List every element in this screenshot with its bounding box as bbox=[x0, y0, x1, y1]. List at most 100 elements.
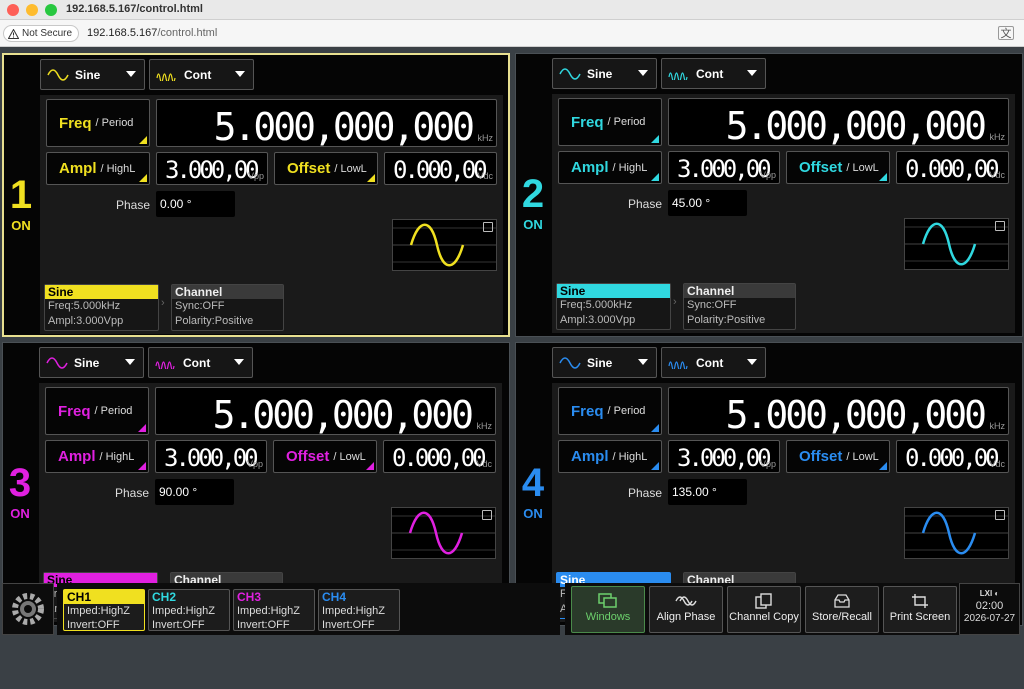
channel-strip-ch4[interactable]: CH4 Imped:HighZ Invert:OFF bbox=[318, 589, 400, 631]
channel-card-title: Channel bbox=[684, 284, 795, 298]
freq-period-button[interactable]: Freq / Period bbox=[45, 387, 149, 435]
channel-settings-card[interactable]: Channel Sync:OFF Polarity:Positive bbox=[171, 284, 284, 331]
waveform-dropdown[interactable]: Sine bbox=[552, 58, 657, 89]
phase-value[interactable]: 45.00 ° bbox=[668, 190, 747, 216]
store-recall-icon bbox=[806, 587, 878, 611]
security-indicator[interactable]: Not Secure bbox=[3, 25, 80, 42]
channel-panel-1[interactable]: 1 ON Sine Cont Freq / Period 5.000,000,00… bbox=[2, 53, 510, 337]
offset-value[interactable]: 0.000,00 Vdc bbox=[383, 440, 496, 473]
invert-status: Invert:OFF bbox=[237, 619, 290, 631]
amplitude-value[interactable]: 3.000,00 Vpp bbox=[156, 152, 268, 185]
store-recall-button[interactable]: Store/Recall bbox=[805, 586, 879, 633]
store-recall-label: Store/Recall bbox=[812, 611, 872, 623]
offset-unit: Vdc bbox=[476, 459, 492, 469]
parameter-area: Freq / Period 5.000,000,000 kHz Ampl / High… bbox=[552, 94, 1015, 280]
windows-button[interactable]: Windows bbox=[571, 586, 645, 633]
expand-icon[interactable] bbox=[483, 222, 493, 232]
frequency-unit: kHz bbox=[476, 421, 493, 431]
polarity-status: Polarity:Positive bbox=[175, 315, 254, 327]
ampl-highl-button[interactable]: Ampl / HighL bbox=[45, 440, 149, 473]
offset-value[interactable]: 0.000,00 Vdc bbox=[384, 152, 497, 185]
expand-icon[interactable] bbox=[995, 510, 1005, 520]
mode-label: Cont bbox=[184, 67, 212, 82]
frequency-value[interactable]: 5.000,000,000 kHz bbox=[668, 98, 1009, 148]
waveform-preview[interactable] bbox=[904, 507, 1009, 559]
corner-triangle-icon bbox=[651, 135, 659, 143]
waveform-preview[interactable] bbox=[391, 507, 496, 559]
phase-value[interactable]: 0.00 ° bbox=[156, 191, 235, 217]
amplitude-readout: 3.000,00 bbox=[165, 156, 260, 184]
frequency-readout: 5.000,000,000 bbox=[213, 105, 475, 149]
window-title: 192.168.5.167/control.html bbox=[66, 3, 203, 15]
channel-state[interactable]: ON bbox=[520, 506, 546, 521]
channel-card-title: Channel bbox=[172, 285, 283, 299]
offset-value[interactable]: 0.000,00 Vdc bbox=[896, 440, 1009, 473]
parameter-area: Freq / Period 5.000,000,000 kHz Ampl / High… bbox=[552, 383, 1015, 569]
waveform-dropdown[interactable]: Sine bbox=[39, 347, 144, 378]
print-screen-button[interactable]: Print Screen bbox=[883, 586, 957, 633]
freq-period-button[interactable]: Freq / Period bbox=[46, 99, 150, 147]
phase-value[interactable]: 90.00 ° bbox=[155, 479, 234, 505]
freq-period-button[interactable]: Freq / Period bbox=[558, 387, 662, 435]
ampl-highl-button[interactable]: Ampl / HighL bbox=[558, 151, 662, 184]
gear-icon[interactable] bbox=[2, 583, 54, 635]
waveform-summary-card[interactable]: Sine Freq:5.000kHz Ampl:3.000Vpp bbox=[44, 284, 159, 331]
channel-copy-button[interactable]: Channel Copy bbox=[727, 586, 801, 633]
waveform-dropdown[interactable]: Sine bbox=[552, 347, 657, 378]
offset-lowl-button[interactable]: Offset / LowL bbox=[274, 152, 378, 185]
burst-wave-icon bbox=[668, 68, 690, 80]
ampl-highl-button[interactable]: Ampl / HighL bbox=[46, 152, 150, 185]
minimize-window-button[interactable] bbox=[26, 4, 38, 16]
mode-dropdown[interactable]: Cont bbox=[149, 59, 254, 90]
frequency-value[interactable]: 5.000,000,000 kHz bbox=[156, 99, 497, 149]
mode-dropdown[interactable]: Cont bbox=[661, 347, 766, 378]
chevron-down-icon bbox=[638, 359, 648, 365]
waveform-summary-card[interactable]: Sine Freq:5.000kHz Ampl:3.000Vpp bbox=[556, 283, 671, 330]
corner-triangle-icon bbox=[651, 462, 659, 470]
offset-readout: 0.000,00 bbox=[392, 444, 487, 472]
offset-lowl-button[interactable]: Offset / LowL bbox=[273, 440, 377, 473]
channel-strip-ch2[interactable]: CH2 Imped:HighZ Invert:OFF bbox=[148, 589, 230, 631]
mode-dropdown[interactable]: Cont bbox=[148, 347, 253, 378]
close-window-button[interactable] bbox=[7, 4, 19, 16]
period-label: / Period bbox=[94, 405, 133, 417]
channel-panel-2[interactable]: 2 ON Sine Cont Freq / Period 5.000,000,00… bbox=[515, 53, 1023, 337]
offset-lowl-button[interactable]: Offset / LowL bbox=[786, 151, 890, 184]
offset-lowl-button[interactable]: Offset / LowL bbox=[786, 440, 890, 473]
bottom-bar: CH1 Imped:HighZ Invert:OFF CH2 Imped:HighZ In… bbox=[2, 579, 1020, 637]
freq-label: Freq bbox=[571, 402, 604, 420]
waveform-preview[interactable] bbox=[392, 219, 497, 271]
sine-wave-icon bbox=[46, 356, 68, 369]
channel-strip-ch1[interactable]: CH1 Imped:HighZ Invert:OFF bbox=[63, 589, 145, 631]
frequency-value[interactable]: 5.000,000,000 kHz bbox=[155, 387, 496, 437]
amplitude-unit: Vpp bbox=[247, 171, 264, 181]
warning-icon bbox=[8, 28, 19, 39]
align-phase-button[interactable]: Align Phase bbox=[649, 586, 723, 633]
waveform-dropdown[interactable]: Sine bbox=[40, 59, 145, 90]
ampl-highl-button[interactable]: Ampl / HighL bbox=[558, 440, 662, 473]
translate-icon[interactable]: 文 bbox=[998, 26, 1014, 40]
channel-state[interactable]: ON bbox=[7, 506, 33, 521]
maximize-window-button[interactable] bbox=[45, 4, 57, 16]
freq-period-button[interactable]: Freq / Period bbox=[558, 98, 662, 146]
phase-value[interactable]: 135.00 ° bbox=[668, 479, 747, 505]
url-field[interactable]: 192.168.5.167/control.html bbox=[87, 27, 217, 39]
chevron-down-icon bbox=[638, 70, 648, 76]
offset-value[interactable]: 0.000,00 Vdc bbox=[896, 151, 1009, 184]
waveform-label: Sine bbox=[587, 355, 613, 370]
channel-strip-ch3[interactable]: CH3 Imped:HighZ Invert:OFF bbox=[233, 589, 315, 631]
frequency-value[interactable]: 5.000,000,000 kHz bbox=[668, 387, 1009, 437]
amplitude-value[interactable]: 3.000,00 Vpp bbox=[668, 151, 780, 184]
amplitude-value[interactable]: 3.000,00 Vpp bbox=[155, 440, 267, 473]
channel-state[interactable]: ON bbox=[8, 218, 34, 233]
highl-label: / HighL bbox=[612, 161, 648, 174]
mode-dropdown[interactable]: Cont bbox=[661, 58, 766, 89]
expand-icon[interactable] bbox=[482, 510, 492, 520]
channel-state[interactable]: ON bbox=[520, 217, 546, 232]
amplitude-value[interactable]: 3.000,00 Vpp bbox=[668, 440, 780, 473]
expand-icon[interactable] bbox=[995, 221, 1005, 231]
channel-strip-label: CH3 bbox=[237, 590, 262, 604]
offset-readout: 0.000,00 bbox=[393, 156, 488, 184]
channel-settings-card[interactable]: Channel Sync:OFF Polarity:Positive bbox=[683, 283, 796, 330]
waveform-preview[interactable] bbox=[904, 218, 1009, 270]
